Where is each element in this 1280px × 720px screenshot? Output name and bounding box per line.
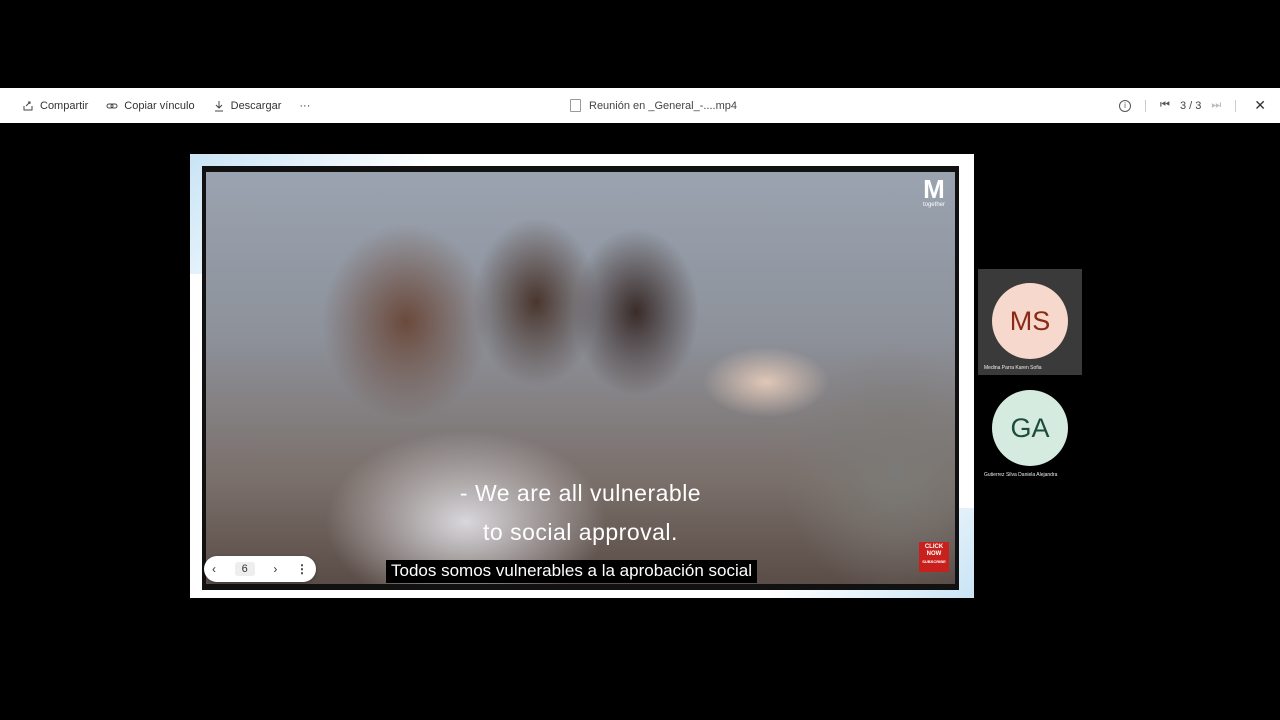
video-frame[interactable]: M together - We are all vulnerable to so… xyxy=(202,166,959,590)
subscribe-badge: CLICK NOW SUBSCRIBE xyxy=(919,542,949,572)
avatar: GA xyxy=(992,390,1068,466)
live-subtitle: Todos somos vulnerables a la aprobación … xyxy=(386,560,757,583)
download-button[interactable]: Descargar xyxy=(213,99,282,112)
more-icon: ··· xyxy=(299,99,311,112)
file-icon xyxy=(570,99,581,112)
slide-page-control: ‹ 6 › ⋮ xyxy=(204,556,316,582)
last-page-icon[interactable]: ⏭ xyxy=(1211,99,1221,112)
toolbar-nav: i ⏮ 3 / 3 ⏭ ✕ xyxy=(1119,88,1266,123)
avatar: MS xyxy=(992,283,1068,359)
info-icon[interactable]: i xyxy=(1119,99,1132,112)
download-icon xyxy=(214,100,223,111)
copy-link-button[interactable]: Copiar vínculo xyxy=(106,99,195,112)
share-icon xyxy=(23,101,33,110)
copy-link-label: Copiar vínculo xyxy=(124,99,195,112)
toolbar-actions: Compartir Copiar vínculo Descargar ··· xyxy=(22,88,310,123)
brand-logo-tagline: together xyxy=(922,202,945,208)
more-vertical-icon[interactable]: ⋮ xyxy=(296,562,308,576)
next-slide-icon[interactable]: › xyxy=(273,562,277,576)
divider xyxy=(1145,99,1147,112)
video-caption-line-1: - We are all vulnerable xyxy=(459,480,702,506)
previous-slide-icon[interactable]: ‹ xyxy=(212,562,216,576)
download-label: Descargar xyxy=(230,99,282,112)
link-icon xyxy=(106,103,118,108)
participant-name: Gutierrez Silva Daniela Alejandra xyxy=(984,472,1058,478)
file-title: Reunión en _General_-....mp4 xyxy=(570,88,737,123)
shared-slide: M together - We are all vulnerable to so… xyxy=(190,154,974,598)
page-indicator: 3 / 3 xyxy=(1179,99,1202,112)
slide-page-number[interactable]: 6 xyxy=(234,562,255,576)
viewer-toolbar: Compartir Copiar vínculo Descargar ··· R… xyxy=(0,88,1280,123)
brand-logo-mark: M xyxy=(923,174,945,204)
close-icon[interactable]: ✕ xyxy=(1254,97,1266,114)
file-name: Reunión en _General_-....mp4 xyxy=(589,99,737,112)
brand-logo: M together xyxy=(923,176,945,208)
participant-name: Medina Parra Karen Sofia xyxy=(984,365,1042,371)
video-caption-line-2: to social approval. xyxy=(483,519,678,545)
share-label: Compartir xyxy=(40,99,89,112)
participant-tile[interactable]: GA Gutierrez Silva Daniela Alejandra xyxy=(978,376,1082,482)
first-page-icon[interactable]: ⏮ xyxy=(1160,99,1170,112)
more-options-button[interactable]: ··· xyxy=(299,100,310,112)
share-button[interactable]: Compartir xyxy=(22,100,88,112)
divider xyxy=(1235,99,1237,112)
participant-tile[interactable]: MS Medina Parra Karen Sofia xyxy=(978,269,1082,375)
subscribe-badge-subtext: SUBSCRIBE xyxy=(922,559,946,564)
subscribe-badge-text: CLICK NOW xyxy=(924,544,944,557)
